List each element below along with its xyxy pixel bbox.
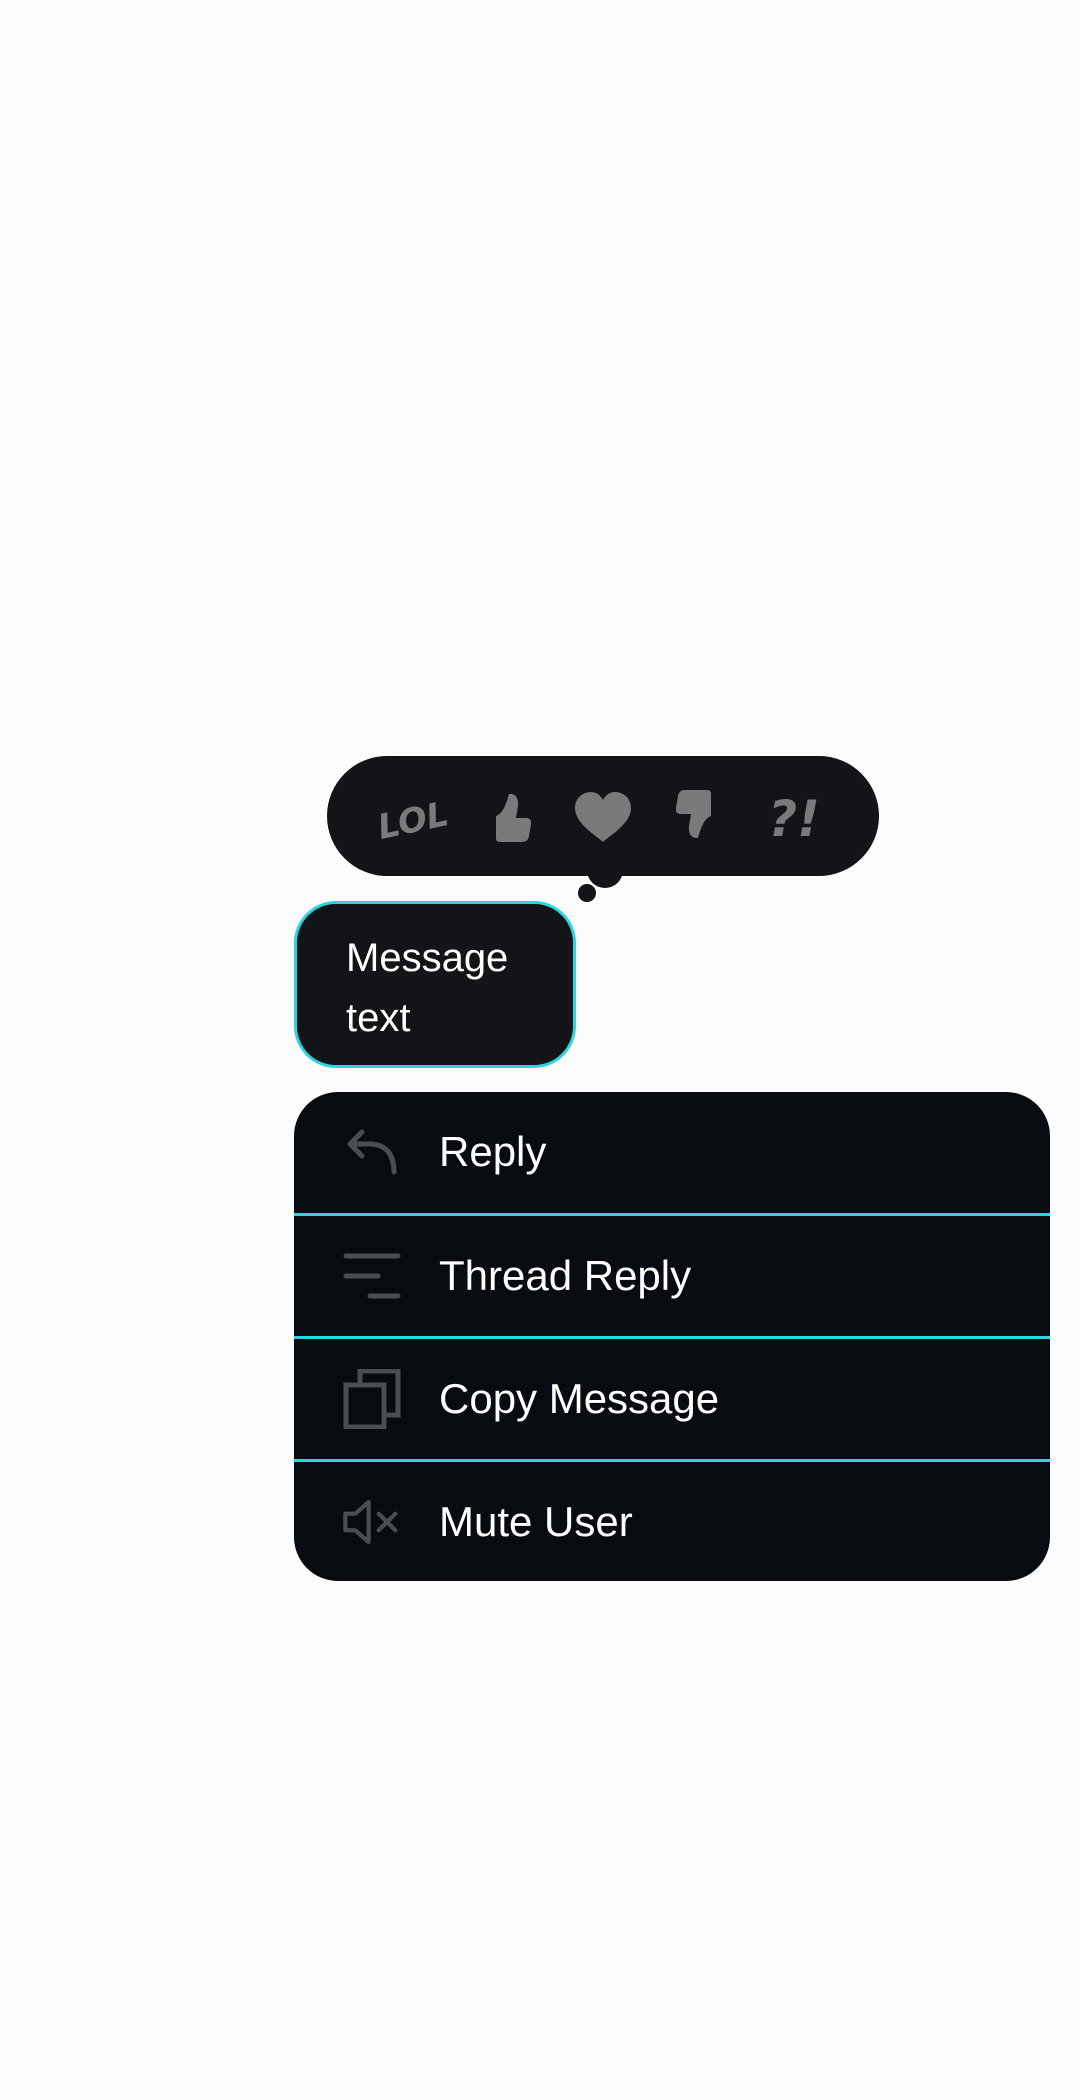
copy-icon [342,1369,402,1429]
reaction-bar-tail [587,852,623,888]
mute-user-menu-item[interactable]: Mute User [294,1462,1050,1581]
reaction-bar-tail-dot [578,884,596,902]
svg-text:?!: ?! [768,790,820,848]
reply-menu-item[interactable]: Reply [294,1092,1050,1212]
reaction-thumbs-up-button[interactable] [474,780,546,852]
message-actions-menu: Reply Thread Reply Copy Message Mute Use… [294,1092,1050,1581]
thumbs-up-icon [496,794,532,842]
thread-reply-label: Thread Reply [439,1252,692,1299]
surprise-icon: ?! [768,790,820,848]
thread-reply-icon [342,1246,402,1306]
mute-icon [342,1492,402,1552]
copy-message-label: Copy Message [439,1375,720,1422]
reaction-thumbs-down-button[interactable] [661,780,733,852]
lol-icon: LOL [377,794,449,848]
thumbs-down-icon [675,790,711,838]
copy-message-menu-item[interactable]: Copy Message [294,1339,1050,1459]
reaction-lol-button[interactable]: LOL [377,780,449,852]
reaction-heart-button[interactable] [567,780,639,852]
reply-label: Reply [439,1128,547,1175]
heart-icon [575,792,631,842]
thread-reply-menu-item[interactable]: Thread Reply [294,1216,1050,1336]
message-bubble[interactable]: Message text [294,901,576,1068]
mute-user-label: Mute User [439,1498,633,1545]
svg-text:LOL: LOL [377,794,449,848]
reply-icon [342,1122,402,1182]
message-text: Message text [346,936,509,1040]
reaction-surprise-button[interactable]: ?! [758,780,830,852]
